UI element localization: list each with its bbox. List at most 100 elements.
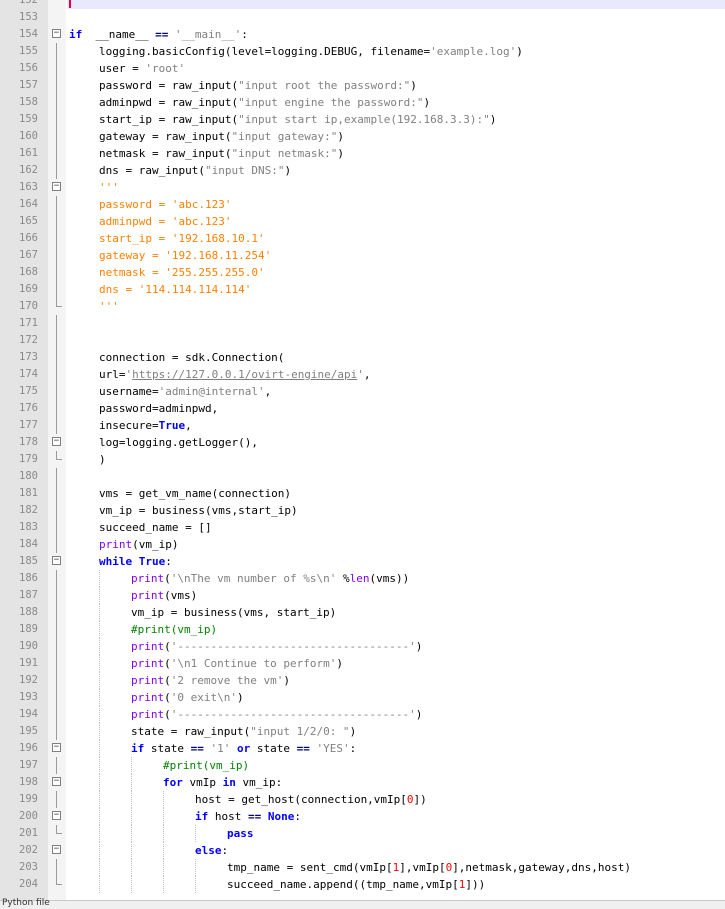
code-line-content[interactable]: insecure=True, bbox=[67, 417, 725, 434]
code-line-content[interactable]: state = raw_input("input 1/2/0: ") bbox=[67, 723, 725, 740]
code-line[interactable]: 160 gateway = raw_input("input gateway:") bbox=[0, 128, 725, 145]
code-line-content[interactable]: ''' bbox=[67, 298, 725, 315]
code-line-content[interactable]: start_ip = raw_input("input start ip,exa… bbox=[67, 111, 725, 128]
code-line[interactable]: 159 start_ip = raw_input("input start ip,… bbox=[0, 111, 725, 128]
code-line[interactable]: 154 − if __name__ == '__main__': bbox=[0, 26, 725, 43]
code-line-content[interactable]: adminpwd = raw_input("input engine the p… bbox=[67, 94, 725, 111]
code-line-content[interactable]: print('\nThe vm number of %s\n' %len(vms… bbox=[67, 570, 725, 587]
fold-toggle-icon[interactable]: − bbox=[52, 777, 61, 786]
code-line[interactable]: 196 − if state == '1' or state == 'YES': bbox=[0, 740, 725, 757]
code-line-content[interactable]: logging.basicConfig(level=logging.DEBUG,… bbox=[67, 43, 725, 60]
code-line[interactable]: 197 #print(vm_ip) bbox=[0, 757, 725, 774]
code-line[interactable]: 165 adminpwd = 'abc.123' bbox=[0, 213, 725, 230]
code-line-content[interactable] bbox=[67, 9, 725, 26]
code-line-content[interactable]: print(vms) bbox=[67, 587, 725, 604]
code-line-content[interactable]: else: bbox=[67, 842, 725, 859]
code-line[interactable]: 194 print('------------------------------… bbox=[0, 706, 725, 723]
code-line[interactable]: 156 user = 'root' bbox=[0, 60, 725, 77]
code-line-content[interactable]: ''' bbox=[67, 179, 725, 196]
code-line[interactable]: 193 print('0 exit\n') bbox=[0, 689, 725, 706]
code-line-content[interactable]: #print(vm_ip) bbox=[67, 757, 725, 774]
code-line-content[interactable]: ) bbox=[67, 451, 725, 468]
code-line[interactable]: 198 − for vmIp in vm_ip: bbox=[0, 774, 725, 791]
code-line-content[interactable] bbox=[67, 315, 725, 332]
code-line[interactable]: 177 insecure=True, bbox=[0, 417, 725, 434]
code-line-content[interactable]: adminpwd = 'abc.123' bbox=[67, 213, 725, 230]
code-line[interactable]: 158 adminpwd = raw_input("input engine th… bbox=[0, 94, 725, 111]
code-line-content[interactable]: netmask = '255.255.255.0' bbox=[67, 264, 725, 281]
code-line[interactable]: 166 start_ip = '192.168.10.1' bbox=[0, 230, 725, 247]
code-line-content[interactable]: url='https://127.0.0.1/ovirt-engine/api'… bbox=[67, 366, 725, 383]
fold-toggle-icon[interactable]: − bbox=[52, 845, 61, 854]
code-line-content[interactable]: gateway = '192.168.11.254' bbox=[67, 247, 725, 264]
code-line[interactable]: 185 − while True: bbox=[0, 553, 725, 570]
code-line[interactable]: 200 − if host == None: bbox=[0, 808, 725, 825]
code-line[interactable]: 184 print(vm_ip) bbox=[0, 536, 725, 553]
code-line-content[interactable]: start_ip = '192.168.10.1' bbox=[67, 230, 725, 247]
code-line-content[interactable]: dns = raw_input("input DNS:") bbox=[67, 162, 725, 179]
code-line-content[interactable]: connection = sdk.Connection( bbox=[67, 349, 725, 366]
code-line[interactable]: 181 vms = get_vm_name(connection) bbox=[0, 485, 725, 502]
code-line[interactable]: 192 print('2 remove the vm') bbox=[0, 672, 725, 689]
code-line-content[interactable]: pass bbox=[67, 825, 725, 842]
code-line[interactable]: 203 tmp_name = sent_cmd(vmIp[1],vmIp[0],n… bbox=[0, 859, 725, 876]
code-line[interactable]: 155 logging.basicConfig(level=logging.DEB… bbox=[0, 43, 725, 60]
code-line[interactable]: 162 dns = raw_input("input DNS:") bbox=[0, 162, 725, 179]
code-line-content[interactable]: password = raw_input("input root the pas… bbox=[67, 77, 725, 94]
code-line-content[interactable] bbox=[67, 468, 725, 485]
code-line[interactable]: 153 bbox=[0, 9, 725, 26]
code-line[interactable]: 195 state = raw_input("input 1/2/0: ") bbox=[0, 723, 725, 740]
code-line-content[interactable]: print('\n1 Continue to perform') bbox=[67, 655, 725, 672]
code-editor[interactable]: 152 153 154− if __name__ == '__main__': 155 l… bbox=[0, 0, 725, 900]
code-line[interactable]: 171 bbox=[0, 315, 725, 332]
code-line-content[interactable]: vms = get_vm_name(connection) bbox=[67, 485, 725, 502]
code-line[interactable]: 187 print(vms) bbox=[0, 587, 725, 604]
code-line-content[interactable]: print('---------------------------------… bbox=[67, 638, 725, 655]
code-line-content[interactable]: username='admin@internal', bbox=[67, 383, 725, 400]
fold-toggle-icon[interactable]: − bbox=[52, 437, 61, 446]
code-line[interactable]: 167 gateway = '192.168.11.254' bbox=[0, 247, 725, 264]
fold-toggle-icon[interactable]: − bbox=[52, 29, 61, 38]
code-line-content[interactable]: password = 'abc.123' bbox=[67, 196, 725, 213]
fold-toggle-icon[interactable]: − bbox=[52, 556, 61, 565]
code-line-content[interactable]: dns = '114.114.114.114' bbox=[67, 281, 725, 298]
code-line-content[interactable]: succeed_name.append((tmp_name,vmIp[1])) bbox=[67, 876, 725, 893]
code-line[interactable]: 182 vm_ip = business(vms,start_ip) bbox=[0, 502, 725, 519]
code-line-content[interactable]: while True: bbox=[67, 553, 725, 570]
code-line[interactable]: 179) bbox=[0, 451, 725, 468]
code-line-content[interactable]: print('2 remove the vm') bbox=[67, 672, 725, 689]
code-line-content[interactable]: user = 'root' bbox=[67, 60, 725, 77]
code-line[interactable]: 176 password=adminpwd, bbox=[0, 400, 725, 417]
code-line[interactable]: 172 bbox=[0, 332, 725, 349]
code-line-content[interactable]: if __name__ == '__main__': bbox=[67, 26, 725, 43]
code-line-content[interactable]: tmp_name = sent_cmd(vmIp[1],vmIp[0],netm… bbox=[67, 859, 725, 876]
code-line[interactable]: 191 print('\n1 Continue to perform') bbox=[0, 655, 725, 672]
code-line[interactable]: 188 vm_ip = business(vms, start_ip) bbox=[0, 604, 725, 621]
code-line[interactable]: 152 bbox=[0, 0, 725, 9]
code-line-content[interactable]: host = get_host(connection,vmIp[0]) bbox=[67, 791, 725, 808]
code-lines[interactable]: 152 153 154− if __name__ == '__main__': 155 l… bbox=[0, 0, 725, 893]
code-line-content[interactable]: password=adminpwd, bbox=[67, 400, 725, 417]
code-line-content[interactable]: if state == '1' or state == 'YES': bbox=[67, 740, 725, 757]
code-line-content[interactable]: print(vm_ip) bbox=[67, 536, 725, 553]
code-line[interactable]: 175 username='admin@internal', bbox=[0, 383, 725, 400]
code-line[interactable]: 169 dns = '114.114.114.114' bbox=[0, 281, 725, 298]
code-line[interactable]: 161 netmask = raw_input("input netmask:") bbox=[0, 145, 725, 162]
code-line[interactable]: 202 − else: bbox=[0, 842, 725, 859]
code-line-content[interactable]: if host == None: bbox=[67, 808, 725, 825]
code-line[interactable]: 170 ''' bbox=[0, 298, 725, 315]
code-line[interactable]: 178 − log=logging.getLogger(), bbox=[0, 434, 725, 451]
fold-toggle-icon[interactable]: − bbox=[52, 743, 61, 752]
fold-toggle-icon[interactable]: − bbox=[52, 182, 61, 191]
code-line[interactable]: 174 url= 'https://127.0.0.1/ovirt-engine/a… bbox=[0, 366, 725, 383]
code-line[interactable]: 173 connection = sdk.Connection( bbox=[0, 349, 725, 366]
code-line[interactable]: 190 print('------------------------------… bbox=[0, 638, 725, 655]
code-line[interactable]: 189 #print(vm_ip) bbox=[0, 621, 725, 638]
code-line-content[interactable]: gateway = raw_input("input gateway:") bbox=[67, 128, 725, 145]
code-line-content[interactable]: for vmIp in vm_ip: bbox=[67, 774, 725, 791]
code-line[interactable]: 168 netmask = '255.255.255.0' bbox=[0, 264, 725, 281]
code-line-content[interactable] bbox=[67, 0, 725, 9]
code-line-content[interactable]: succeed_name = [] bbox=[67, 519, 725, 536]
code-line-content[interactable]: print('0 exit\n') bbox=[67, 689, 725, 706]
code-line[interactable]: 180 bbox=[0, 468, 725, 485]
